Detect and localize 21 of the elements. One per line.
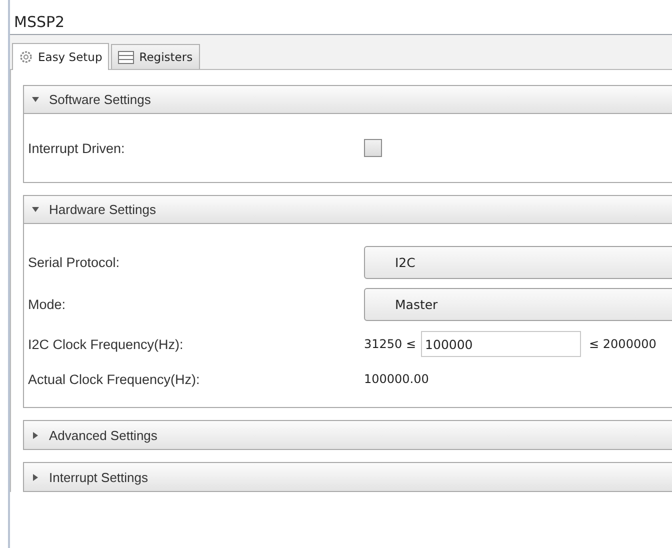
checkbox[interactable] [364, 139, 382, 157]
tab[interactable]: Easy Setup [12, 43, 110, 70]
tab[interactable]: Registers [111, 44, 200, 69]
window-title: MSSP2 [13, 12, 66, 33]
min-value: 31250 ≤ [364, 337, 416, 351]
section-header[interactable]: Software Settings [24, 86, 672, 114]
field-value: 100000.00 [364, 372, 429, 386]
gear-icon [19, 50, 33, 64]
field-label: Interrupt Driven: [28, 140, 126, 156]
list-icon [118, 50, 134, 64]
field-label: I2C Clock Frequency(Hz): [28, 336, 184, 352]
section-header[interactable]: Hardware Settings [24, 196, 672, 224]
section-header[interactable]: Advanced Settings [24, 421, 672, 449]
dropdown[interactable]: I2C [364, 246, 672, 279]
field-label: Serial Protocol: [28, 255, 121, 270]
field-label: Mode: [28, 297, 67, 312]
max-value: ≤ 2000000 [589, 337, 656, 351]
dropdown[interactable]: Master [364, 288, 672, 321]
field-label: Actual Clock Frequency(Hz): [28, 372, 201, 386]
input-field[interactable]: 100000 [421, 331, 582, 357]
section-header[interactable]: Interrupt Settings [24, 463, 672, 491]
